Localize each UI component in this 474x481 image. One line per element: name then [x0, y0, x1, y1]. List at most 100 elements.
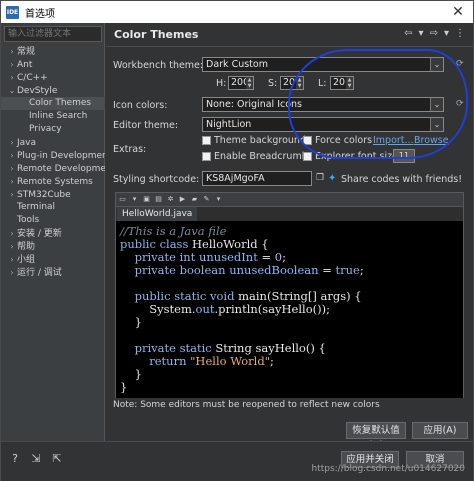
tree-item[interactable]: Inline Search [1, 110, 105, 123]
tree-item[interactable]: › Remote Systems [1, 175, 105, 188]
code-token: true [335, 263, 360, 277]
tree-item[interactable]: › Plug-in Development [1, 149, 105, 162]
extras-label: Extras: [113, 144, 147, 155]
page-header: Color Themes ⇦ ▾ ⇨ ▾ ⋮ [106, 23, 473, 47]
editor-theme-label: Editor theme: [113, 120, 179, 131]
print-icon[interactable]: ▤ [154, 195, 163, 204]
tree-item[interactable]: ⌄ DevStyle [1, 84, 105, 97]
forward-menu-icon[interactable]: ▾ [444, 28, 449, 39]
code-token: "Hello World" [190, 354, 270, 368]
back-menu-icon[interactable]: ▾ [419, 28, 424, 39]
workbench-theme-label: Workbench theme: [113, 60, 204, 71]
code-token: //This is a Java file [120, 224, 227, 238]
checkbox-box [303, 152, 312, 161]
tree-item-label: Remote Systems [17, 177, 93, 187]
chevron-right-icon[interactable]: › [7, 227, 17, 240]
chevron-right-icon[interactable]: › [7, 162, 17, 175]
open-folder-icon[interactable]: ▰ [190, 195, 199, 204]
tree-item[interactable]: › 安装 / 更新 [1, 227, 105, 240]
tree-item[interactable]: › 运行 / 调试 [1, 266, 105, 279]
editor-preview: ▭ ▾ ▣ ▤ ✲ ▶ ▰ ✎ ▾ HelloWorld.java //This… [115, 192, 464, 398]
tree-item[interactable]: › Java [1, 136, 105, 149]
tree-item-label: 安装 / 更新 [17, 229, 62, 239]
reopen-note: Note: Some editors must be reopened to r… [113, 400, 380, 410]
tree-item[interactable]: Color Themes [1, 97, 105, 110]
enable-breadcrumb-label: Enable Breadcrumb [214, 151, 308, 162]
tree-item-label: Ant [17, 60, 33, 70]
twitter-icon[interactable]: ✦ [328, 174, 339, 184]
chevron-right-icon[interactable]: › [7, 266, 17, 279]
dialog-footer [1, 441, 473, 481]
back-icon[interactable]: ⇦ [404, 28, 412, 39]
tree-item[interactable]: › C/C++ [1, 71, 105, 84]
new-file-icon[interactable]: ▭ [118, 195, 127, 204]
chevron-right-icon[interactable]: › [7, 240, 17, 253]
tree-item-label: Plug-in Development [17, 151, 105, 161]
code-token: public class [120, 237, 193, 251]
save-icon[interactable]: ▣ [142, 195, 151, 204]
styling-shortcode-input[interactable] [202, 171, 312, 186]
nav-controls: ⇦ ▾ ⇨ ▾ ⋮ [404, 28, 465, 39]
tree-item[interactable]: › 帮助 [1, 240, 105, 253]
h-spinner[interactable]: 200 ▲ ▼ [228, 76, 254, 90]
dropdown-icon[interactable]: ▾ [130, 195, 139, 204]
tree-item[interactable]: › Ant [1, 58, 105, 71]
run-icon[interactable]: ▶ [178, 195, 187, 204]
more-menu-icon[interactable]: ⋮ [455, 28, 465, 39]
chevron-down-icon[interactable]: ⌄ [7, 84, 17, 97]
tree-item[interactable]: Terminal [1, 201, 105, 214]
h-label: H: [216, 78, 227, 89]
tab-helloworld-java[interactable]: HelloWorld.java [117, 207, 198, 221]
tree-item-label: 帮助 [17, 242, 36, 252]
code-line: private boolean unusedBoolean = true; [120, 264, 463, 277]
debug-icon[interactable]: ✲ [166, 195, 175, 204]
tree-item[interactable]: › 常规 [1, 45, 105, 58]
preferences-tree: › 常规 › Ant › C/C++ ⌄ DevStyle Color Themes Inline… [1, 45, 105, 279]
filter-input[interactable] [4, 26, 102, 42]
watermark-text: https://blog.csdn.net/u014627020 [311, 464, 465, 474]
forward-icon[interactable]: ⇨ [430, 28, 438, 39]
apply-button[interactable]: 应用(A) [412, 422, 468, 439]
chevron-right-icon[interactable]: › [7, 136, 17, 149]
tree-item[interactable]: › STM32Cube [1, 188, 105, 201]
help-icon[interactable]: ? [9, 453, 21, 465]
tree-item[interactable]: › 小组 [1, 253, 105, 266]
code-token: = [318, 263, 336, 277]
close-button[interactable]: ✕ [449, 3, 467, 21]
code-token: ; [359, 263, 364, 277]
brush-icon[interactable]: ✎ [202, 195, 211, 204]
export-icon[interactable]: ⇱ [51, 453, 63, 465]
chevron-right-icon[interactable]: › [7, 58, 17, 71]
code-token: System. [120, 302, 196, 316]
enable-breadcrumb-checkbox[interactable]: Enable Breadcrumb [202, 151, 308, 162]
tree-item[interactable]: ›Remote Development [1, 162, 105, 175]
import-icon[interactable]: ⇲ [30, 453, 42, 465]
chevron-right-icon[interactable]: › [7, 149, 17, 162]
theme-background-checkbox[interactable]: Theme background [202, 135, 306, 146]
code-token: 0 [274, 250, 283, 264]
icon-colors-label: Icon colors: [113, 100, 168, 111]
copy-icon[interactable]: ❐ [316, 173, 324, 183]
restore-defaults-button[interactable]: 恢复默认值(D) [346, 422, 406, 451]
chevron-right-icon[interactable]: › [7, 188, 17, 201]
chevron-right-icon[interactable]: › [7, 253, 17, 266]
code-line: } [120, 381, 463, 394]
code-line: return "Hello World"; [120, 355, 463, 368]
tree-item[interactable]: Tools [1, 214, 105, 227]
dropdown-icon[interactable]: ▾ [214, 195, 223, 204]
code-token: return [120, 354, 191, 368]
tree-item[interactable]: Privacy [1, 123, 105, 136]
code-line: System.out.println(sayHello()); [120, 303, 463, 316]
chevron-right-icon[interactable]: › [7, 71, 17, 84]
code-token: String sayHello() { [215, 341, 326, 355]
hand-drawn-annotation-circle [288, 49, 468, 159]
chevron-right-icon[interactable]: › [7, 45, 17, 58]
tree-item-label: 常规 [17, 47, 36, 57]
tree-item-label: Tools [17, 215, 40, 225]
checkbox-box [202, 152, 211, 161]
chevron-right-icon[interactable]: › [7, 175, 17, 188]
code-area: //This is a Java file public class HelloW… [116, 221, 463, 398]
tree-item-label: C/C++ [17, 73, 48, 83]
code-token: = [257, 250, 275, 264]
code-token: unusedInt [198, 250, 258, 264]
